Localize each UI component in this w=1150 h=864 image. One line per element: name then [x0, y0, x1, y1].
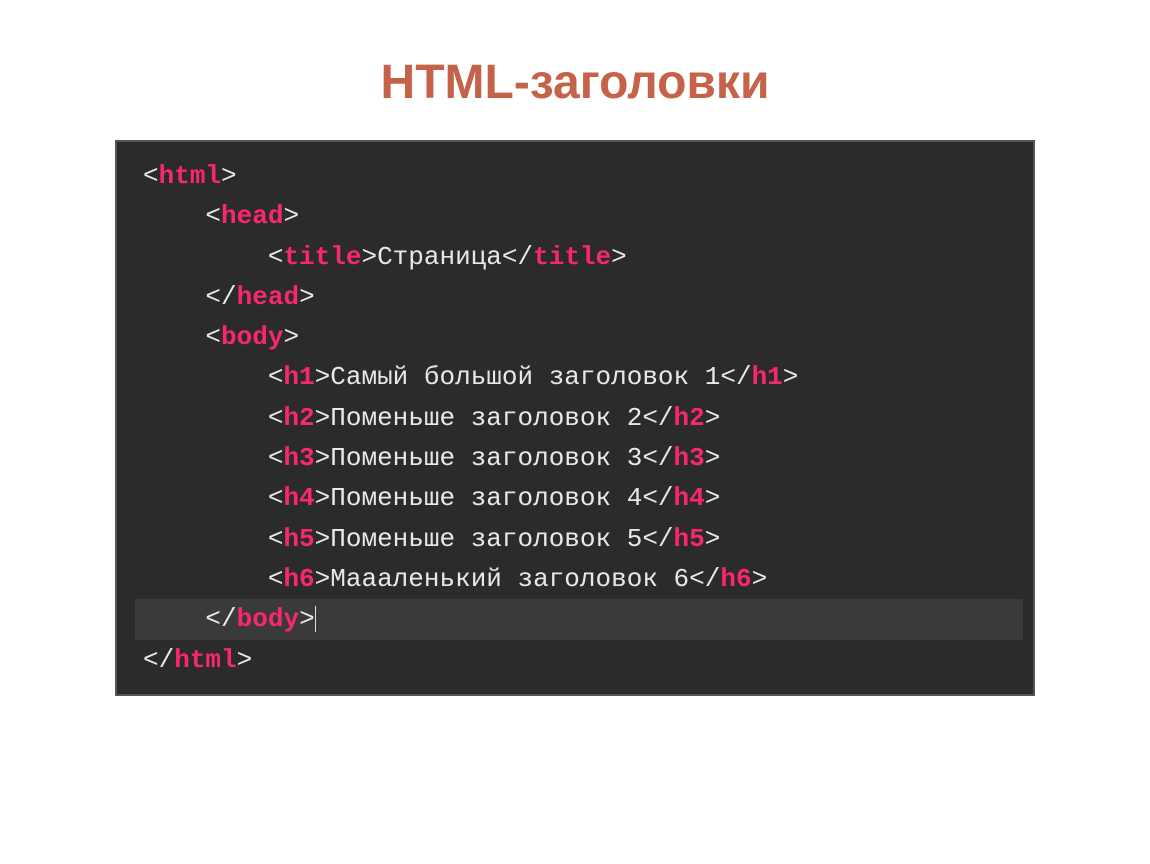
- code-line: <h6>Маааленький заголовок 6</h6>: [135, 559, 1015, 599]
- code-line: <h3>Поменьше заголовок 3</h3>: [135, 438, 1015, 478]
- code-line: </html>: [135, 640, 1015, 680]
- code-line: <body>: [135, 317, 1015, 357]
- code-line: <head>: [135, 196, 1015, 236]
- slide-title: HTML-заголовки: [0, 0, 1150, 140]
- slide: HTML-заголовки <html> <head> <title>Стра…: [0, 0, 1150, 864]
- code-content: <html> <head> <title>Страница</title> </…: [117, 142, 1033, 694]
- code-line: </body>: [135, 599, 1023, 639]
- code-line: <html>: [135, 156, 1015, 196]
- code-line: <h2>Поменьше заголовок 2</h2>: [135, 398, 1015, 438]
- code-editor: <html> <head> <title>Страница</title> </…: [115, 140, 1035, 696]
- code-line: <title>Страница</title>: [135, 237, 1015, 277]
- code-line: </head>: [135, 277, 1015, 317]
- code-line: <h4>Поменьше заголовок 4</h4>: [135, 478, 1015, 518]
- code-line: <h1>Самый большой заголовок 1</h1>: [135, 357, 1015, 397]
- code-line: <h5>Поменьше заголовок 5</h5>: [135, 519, 1015, 559]
